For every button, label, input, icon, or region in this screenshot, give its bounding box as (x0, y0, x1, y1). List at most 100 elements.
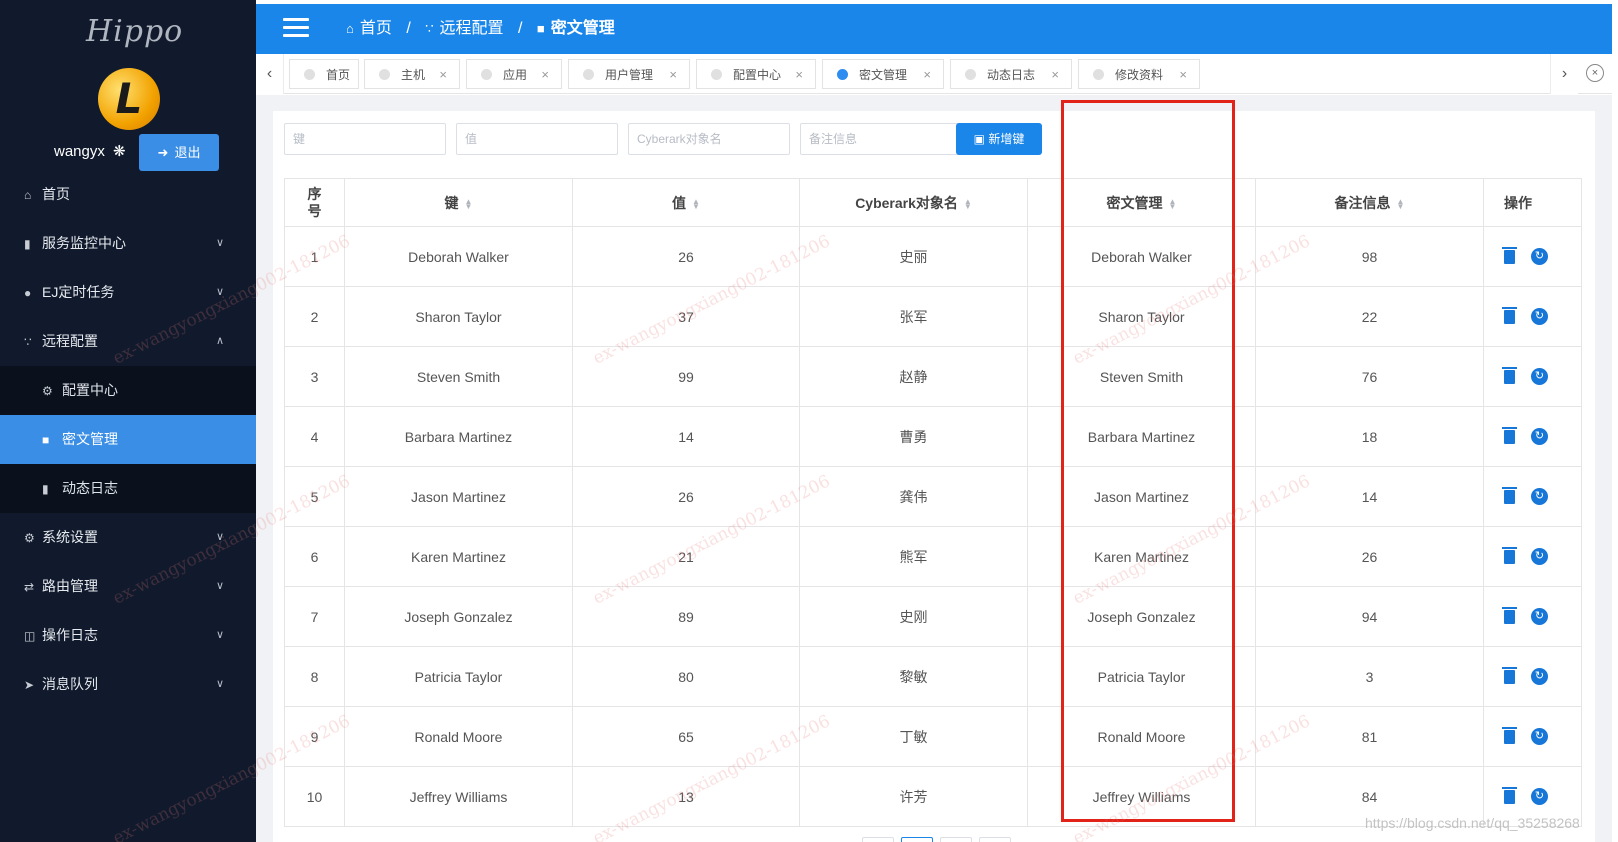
tab-host[interactable]: 主机 × (364, 59, 460, 89)
content-panel: ▣ 新增键 序号 键▲▼ 值▲▼ Cyberark对象名▲▼ 密文管理▲▼ 备注… (273, 111, 1595, 842)
delete-icon[interactable] (1502, 606, 1517, 624)
cell-cyberark: 曹勇 (799, 406, 1028, 467)
delete-icon[interactable] (1502, 726, 1517, 744)
tab-dot-icon (481, 69, 492, 80)
sidebar-item-operation-log[interactable]: ◫ 操作日志 ∨ (0, 611, 256, 660)
chevron-down-icon: ∨ (215, 237, 224, 249)
refresh-icon[interactable]: ↻ (1531, 608, 1548, 626)
column-header-cyberark[interactable]: Cyberark对象名 ▲ ▼ (799, 178, 1028, 227)
tab-home[interactable]: 首页 (289, 59, 359, 89)
sidebar-item-home[interactable]: ⌂ 首页 (0, 170, 256, 219)
tab-close-icon[interactable]: × (541, 60, 549, 90)
breadcrumb-remote-config[interactable]: 远程配置 (440, 20, 504, 37)
delete-icon[interactable] (1502, 306, 1517, 324)
tab-close-icon[interactable]: × (669, 60, 677, 90)
column-header-value[interactable]: 值 ▲ ▼ (572, 178, 800, 227)
home-icon: ⌂ (346, 21, 354, 36)
top-header: ⌂ 首页 / ∵ 远程配置 / ■ 密文管理 (256, 4, 1612, 54)
cell-ops: ↻ (1483, 706, 1582, 767)
value-filter-input[interactable] (456, 123, 618, 155)
send-icon: ➤ (24, 678, 35, 692)
sidebar-item-label: 路由管理 (42, 578, 98, 594)
avatar[interactable]: L (98, 68, 160, 130)
tab-config-center[interactable]: 配置中心 × (696, 59, 816, 89)
sidebar-item-system-settings[interactable]: ⚙ 系统设置 ∨ (0, 513, 256, 562)
tab-dynamic-log[interactable]: 动态日志 × (950, 59, 1072, 89)
cell-cyberark: 黎敏 (799, 646, 1028, 707)
delete-icon[interactable] (1502, 546, 1517, 564)
refresh-icon[interactable]: ↻ (1531, 368, 1548, 386)
sidebar-item-service-monitor[interactable]: ▮ 服务监控中心 ∨ (0, 219, 256, 268)
sort-icon[interactable]: ▲ ▼ (1397, 197, 1405, 210)
logout-button[interactable]: ➜ 退出 (139, 134, 219, 171)
tab-close-icon[interactable]: × (439, 60, 447, 90)
sort-icon[interactable]: ▲ ▼ (692, 197, 700, 210)
add-key-button[interactable]: ▣ 新增键 (956, 123, 1042, 155)
close-all-tabs-icon[interactable]: × (1586, 64, 1604, 82)
tab-edit-profile[interactable]: 修改资料 × (1078, 59, 1200, 89)
tabs-scroll-left-icon[interactable]: ‹ (256, 54, 284, 94)
tab-close-icon[interactable]: × (1179, 60, 1187, 90)
sidebar-item-message-queue[interactable]: ➤ 消息队列 ∨ (0, 660, 256, 709)
refresh-icon[interactable]: ↻ (1531, 668, 1548, 686)
pager-page-button[interactable] (901, 837, 933, 842)
pager-page-button[interactable] (940, 837, 972, 842)
cell-value: 65 (572, 706, 800, 767)
tab-close-icon[interactable]: × (1051, 60, 1059, 90)
cyberark-filter-input[interactable] (628, 123, 790, 155)
tab-user-manage[interactable]: 用户管理 × (568, 59, 690, 89)
tab-secret-manage[interactable]: 密文管理 × (822, 59, 944, 89)
sidebar-item-config-center[interactable]: ⚙ 配置中心 (0, 366, 256, 415)
sort-icon[interactable]: ▲ ▼ (465, 197, 473, 210)
refresh-icon[interactable]: ↻ (1531, 428, 1548, 446)
shuffle-icon: ⇄ (24, 580, 35, 594)
tab-label: 密文管理 (859, 68, 908, 82)
delete-icon[interactable] (1502, 366, 1517, 384)
sidebar-item-ej-task[interactable]: ● EJ定时任务 ∨ (0, 268, 256, 317)
delete-icon[interactable] (1502, 786, 1517, 804)
delete-icon[interactable] (1502, 486, 1517, 504)
tab-close-icon[interactable]: × (795, 60, 803, 90)
refresh-icon[interactable]: ↻ (1531, 488, 1548, 506)
sidebar-item-remote-config[interactable]: ∵ 远程配置 ∧ (0, 317, 256, 366)
cell-cyberark: 张军 (799, 286, 1028, 347)
tab-dot-icon (583, 69, 594, 80)
pager-prev-button[interactable] (862, 837, 894, 842)
menu-toggle-icon[interactable] (283, 18, 309, 38)
cell-remark: 22 (1255, 286, 1484, 347)
chevron-down-icon: ∨ (215, 580, 224, 592)
column-header-remark[interactable]: 备注信息 ▲ ▼ (1255, 178, 1484, 227)
tabs-scroll-right-icon[interactable]: › (1550, 54, 1578, 94)
pager-next-button[interactable] (979, 837, 1011, 842)
tab-dot-icon (379, 69, 390, 80)
refresh-icon[interactable]: ↻ (1531, 308, 1548, 326)
sidebar-item-secret-manage[interactable]: ■ 密文管理 (0, 415, 256, 464)
refresh-icon[interactable]: ↻ (1531, 248, 1548, 266)
sort-icon[interactable]: ▲ ▼ (964, 197, 972, 210)
highlight-box (1061, 100, 1235, 822)
cell-ops: ↻ (1483, 406, 1582, 467)
cell-value: 37 (572, 286, 800, 347)
remark-filter-input[interactable] (800, 123, 962, 155)
refresh-icon[interactable]: ↻ (1531, 728, 1548, 746)
cell-remark: 18 (1255, 406, 1484, 467)
refresh-icon[interactable]: ↻ (1531, 548, 1548, 566)
cell-seq: 6 (284, 526, 345, 587)
delete-icon[interactable] (1502, 246, 1517, 264)
refresh-icon[interactable]: ↻ (1531, 788, 1548, 806)
gear-icon: ⚙ (24, 531, 35, 545)
key-filter-input[interactable] (284, 123, 446, 155)
column-header-key[interactable]: 键 ▲ ▼ (344, 178, 573, 227)
sidebar-item-route-manage[interactable]: ⇄ 路由管理 ∨ (0, 562, 256, 611)
tab-app[interactable]: 应用 × (466, 59, 562, 89)
cell-remark: 81 (1255, 706, 1484, 767)
cell-value: 99 (572, 346, 800, 407)
cell-key: Barbara Martinez (344, 406, 573, 467)
delete-icon[interactable] (1502, 666, 1517, 684)
delete-icon[interactable] (1502, 426, 1517, 444)
settings-gear-icon[interactable]: ❋ (113, 142, 126, 160)
sidebar-item-dynamic-log[interactable]: ▮ 动态日志 (0, 464, 256, 513)
tab-close-icon[interactable]: × (923, 60, 931, 90)
breadcrumb-home[interactable]: 首页 (360, 20, 392, 37)
secret-table: 序号 键 ▲ ▼ 值 ▲ ▼ Cyberark对象名 ▲ ▼ 密文管理 ▲ ▼ 备注信息 ▲ ▼ 操… (284, 178, 1582, 827)
